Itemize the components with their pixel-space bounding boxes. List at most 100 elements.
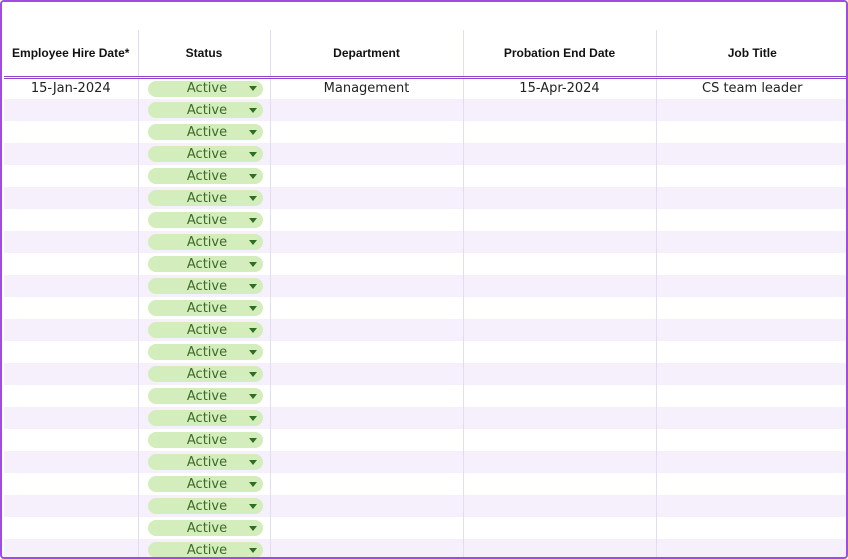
job-title-cell[interactable] [656,121,846,143]
hire-date-cell[interactable] [4,385,139,407]
hire-date-cell[interactable]: 15-Jan-2024 [4,77,139,99]
department-cell[interactable] [270,319,464,341]
caret-down-icon[interactable] [248,239,257,245]
hire-date-cell[interactable] [4,253,139,275]
hire-date-cell[interactable] [4,165,139,187]
caret-down-icon[interactable] [248,415,257,421]
department-cell[interactable] [270,165,464,187]
hire-date-cell[interactable] [4,363,139,385]
hire-date-cell[interactable] [4,297,139,319]
probation-end-cell[interactable] [463,99,657,121]
status-dropdown[interactable]: Active [147,80,263,97]
hire-date-cell[interactable] [4,121,139,143]
caret-down-icon[interactable] [248,283,257,289]
job-title-cell[interactable] [656,297,846,319]
status-dropdown[interactable]: Active [147,146,263,162]
job-title-cell[interactable] [656,407,846,429]
status-dropdown[interactable]: Active [147,432,263,448]
probation-end-cell[interactable]: 15-Apr-2024 [463,77,657,99]
probation-end-cell[interactable] [463,341,657,363]
job-title-cell[interactable] [656,385,846,407]
caret-down-icon[interactable] [248,393,257,399]
job-title-cell[interactable] [656,451,846,473]
status-dropdown[interactable]: Active [147,278,263,294]
hire-date-cell[interactable] [4,99,139,121]
probation-end-cell[interactable] [463,165,657,187]
caret-down-icon[interactable] [248,129,257,135]
status-dropdown[interactable]: Active [147,212,263,228]
hire-date-cell[interactable] [4,429,139,451]
probation-end-cell[interactable] [463,363,657,385]
department-cell[interactable] [270,297,464,319]
status-dropdown[interactable]: Active [147,454,263,470]
hire-date-cell[interactable] [4,495,139,517]
job-title-cell[interactable] [656,143,846,165]
probation-end-cell[interactable] [463,473,657,495]
department-cell[interactable] [270,275,464,297]
job-title-cell[interactable] [656,165,846,187]
job-title-cell[interactable] [656,517,846,539]
department-cell[interactable] [270,473,464,495]
department-cell[interactable] [270,495,464,517]
status-dropdown[interactable]: Active [147,344,263,360]
status-dropdown[interactable]: Active [147,300,263,316]
job-title-cell[interactable] [656,429,846,451]
column-header-job-title[interactable]: Job Title [656,30,846,77]
caret-down-icon[interactable] [248,371,257,377]
caret-down-icon[interactable] [248,305,257,311]
column-header-department[interactable]: Department [270,30,464,77]
probation-end-cell[interactable] [463,385,657,407]
department-cell[interactable] [270,517,464,539]
probation-end-cell[interactable] [463,319,657,341]
probation-end-cell[interactable] [463,121,657,143]
status-dropdown[interactable]: Active [147,542,263,557]
hire-date-cell[interactable] [4,231,139,253]
department-cell[interactable] [270,539,464,557]
hire-date-cell[interactable] [4,451,139,473]
status-dropdown[interactable]: Active [147,498,263,514]
caret-down-icon[interactable] [248,151,257,157]
probation-end-cell[interactable] [463,407,657,429]
hire-date-cell[interactable] [4,473,139,495]
status-dropdown[interactable]: Active [147,322,263,338]
status-dropdown[interactable]: Active [147,476,263,492]
hire-date-cell[interactable] [4,209,139,231]
job-title-cell[interactable] [656,253,846,275]
probation-end-cell[interactable] [463,209,657,231]
hire-date-cell[interactable] [4,539,139,557]
department-cell[interactable] [270,451,464,473]
department-cell[interactable] [270,121,464,143]
caret-down-icon[interactable] [248,547,257,553]
probation-end-cell[interactable] [463,451,657,473]
hire-date-cell[interactable] [4,275,139,297]
job-title-cell[interactable] [656,319,846,341]
status-dropdown[interactable]: Active [147,366,263,382]
caret-down-icon[interactable] [248,349,257,355]
job-title-cell[interactable] [656,495,846,517]
job-title-cell[interactable] [656,209,846,231]
status-dropdown[interactable]: Active [147,256,263,272]
job-title-cell[interactable] [656,363,846,385]
job-title-cell[interactable] [656,539,846,557]
caret-down-icon[interactable] [248,173,257,179]
hire-date-cell[interactable] [4,187,139,209]
caret-down-icon[interactable] [248,437,257,443]
job-title-cell[interactable]: CS team leader [656,77,846,99]
job-title-cell[interactable] [656,99,846,121]
caret-down-icon[interactable] [248,459,257,465]
caret-down-icon[interactable] [248,503,257,509]
job-title-cell[interactable] [656,341,846,363]
probation-end-cell[interactable] [463,297,657,319]
department-cell[interactable] [270,231,464,253]
caret-down-icon[interactable] [248,86,257,92]
status-dropdown[interactable]: Active [147,102,263,118]
status-dropdown[interactable]: Active [147,124,263,140]
probation-end-cell[interactable] [463,143,657,165]
caret-down-icon[interactable] [248,261,257,267]
probation-end-cell[interactable] [463,429,657,451]
caret-down-icon[interactable] [248,195,257,201]
department-cell[interactable] [270,143,464,165]
caret-down-icon[interactable] [248,327,257,333]
job-title-cell[interactable] [656,473,846,495]
caret-down-icon[interactable] [248,107,257,113]
